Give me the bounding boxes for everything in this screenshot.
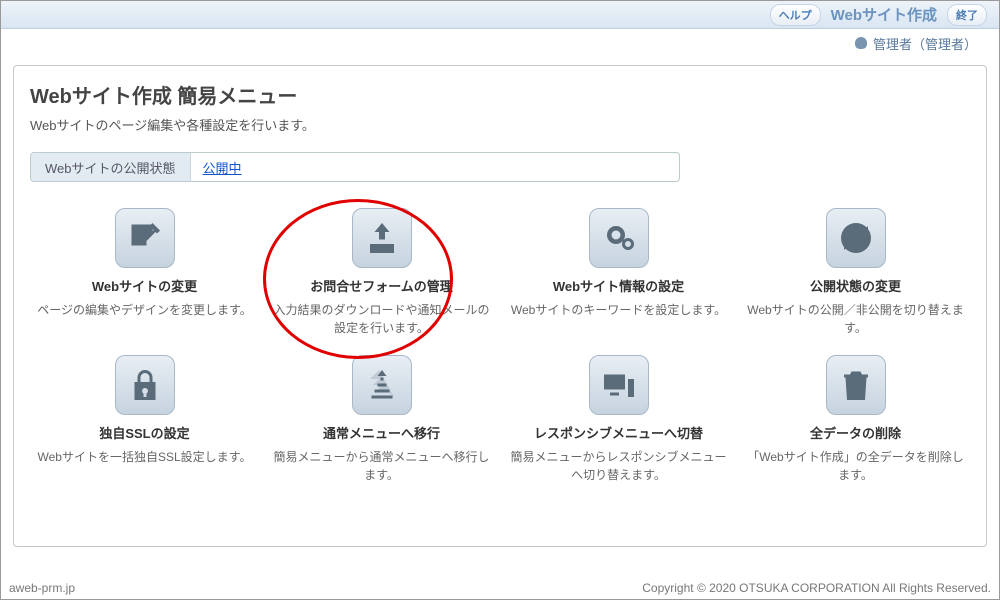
menu-grid: Webサイトの変更 ページの編集やデザインを変更します。 お問合せフォームの管理… — [30, 204, 970, 488]
tile-title: レスポンシブメニューへ切替 — [510, 423, 727, 442]
exit-button[interactable]: 終了 — [947, 4, 987, 26]
main-panel: Webサイト作成 簡易メニュー Webサイトのページ編集や各種設定を行います。 … — [13, 65, 987, 547]
tile-desc: Webサイトのキーワードを設定します。 — [510, 301, 727, 319]
footer-left: aweb-prm.jp — [9, 581, 75, 595]
top-bar: ヘルプ Webサイト作成 終了 — [1, 1, 999, 29]
publish-status-label: Webサイトの公開状態 — [31, 153, 191, 181]
tile-title: 全データの削除 — [747, 423, 964, 442]
tile-title: お問合せフォームの管理 — [273, 276, 490, 295]
user-bar: 管理者（管理者） — [1, 29, 999, 57]
lock-icon — [115, 355, 175, 415]
page-title: Webサイト作成 簡易メニュー — [30, 80, 970, 109]
tile-contact-form[interactable]: お問合せフォームの管理 入力結果のダウンロードや通知メールの設定を行います。 — [267, 204, 496, 341]
help-button[interactable]: ヘルプ — [770, 4, 821, 26]
tile-desc: 簡易メニューからレスポンシブメニューへ切り替えます。 — [510, 448, 727, 484]
tile-title: 独自SSLの設定 — [36, 423, 253, 442]
publish-status-bar: Webサイトの公開状態 公開中 — [30, 152, 680, 182]
tile-edit-website[interactable]: Webサイトの変更 ページの編集やデザインを変更します。 — [30, 204, 259, 341]
user-label: 管理者（管理者） — [873, 34, 977, 53]
tile-desc: Webサイトの公開／非公開を切り替えます。 — [747, 301, 964, 337]
tile-publish-state[interactable]: 公開状態の変更 Webサイトの公開／非公開を切り替えます。 — [741, 204, 970, 341]
tile-desc: ページの編集やデザインを変更します。 — [36, 301, 253, 319]
trash-icon — [826, 355, 886, 415]
footer-right: Copyright © 2020 OTSUKA CORPORATION All … — [642, 581, 991, 595]
gears-icon — [589, 208, 649, 268]
tile-title: 公開状態の変更 — [747, 276, 964, 295]
globe-arrows-icon — [826, 208, 886, 268]
tile-title: Webサイト情報の設定 — [510, 276, 727, 295]
tile-desc: 簡易メニューから通常メニューへ移行します。 — [273, 448, 490, 484]
tile-responsive-menu[interactable]: レスポンシブメニューへ切替 簡易メニューからレスポンシブメニューへ切り替えます。 — [504, 351, 733, 488]
tile-delete-all[interactable]: 全データの削除 「Webサイト作成」の全データを削除します。 — [741, 351, 970, 488]
page-lead: Webサイトのページ編集や各種設定を行います。 — [30, 115, 970, 134]
steps-up-icon — [352, 355, 412, 415]
download-inbox-icon — [352, 208, 412, 268]
app-title: Webサイト作成 — [831, 4, 937, 25]
tile-desc: 入力結果のダウンロードや通知メールの設定を行います。 — [273, 301, 490, 337]
devices-icon — [589, 355, 649, 415]
user-icon — [855, 37, 867, 49]
tile-ssl[interactable]: 独自SSLの設定 Webサイトを一括独自SSL設定します。 — [30, 351, 259, 488]
tile-desc: 「Webサイト作成」の全データを削除します。 — [747, 448, 964, 484]
edit-pages-icon — [115, 208, 175, 268]
publish-status-link[interactable]: 公開中 — [191, 158, 242, 177]
tile-title: Webサイトの変更 — [36, 276, 253, 295]
footer: aweb-prm.jp Copyright © 2020 OTSUKA CORP… — [9, 581, 991, 595]
tile-site-info[interactable]: Webサイト情報の設定 Webサイトのキーワードを設定します。 — [504, 204, 733, 341]
tile-normal-menu[interactable]: 通常メニューへ移行 簡易メニューから通常メニューへ移行します。 — [267, 351, 496, 488]
tile-desc: Webサイトを一括独自SSL設定します。 — [36, 448, 253, 466]
tile-title: 通常メニューへ移行 — [273, 423, 490, 442]
